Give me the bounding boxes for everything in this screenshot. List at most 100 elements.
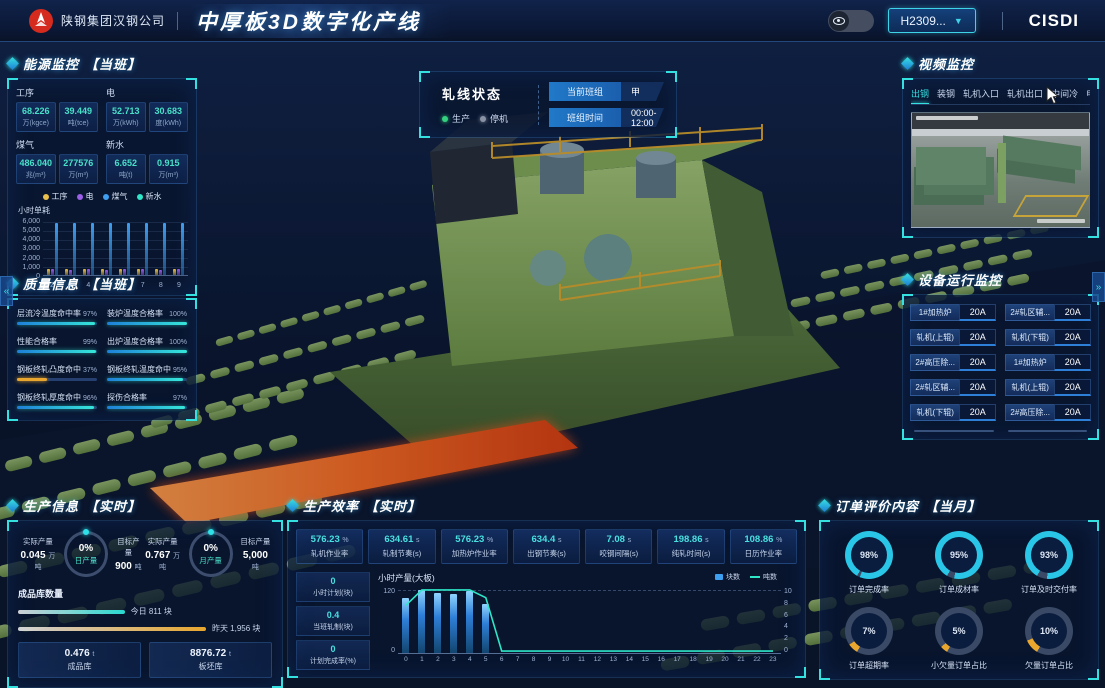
equipment-item[interactable]: 轧机(上辊) 20A [1005, 379, 1091, 396]
hourly-left-ticks: 1200 [378, 588, 398, 654]
equipment-current: 20A [1054, 379, 1091, 396]
bar-group [116, 222, 134, 275]
equipment-item[interactable]: 1#加热炉 20A [910, 304, 996, 321]
quality-value: 100% [169, 339, 187, 346]
monthly-actual: 实际产量 0.767 万吨 [143, 536, 183, 572]
efficiency-panel-title: 生产效率 【实时】 [288, 496, 805, 515]
donut-percent: 10% [1031, 613, 1067, 649]
energy-group: 新水 6.652 吨(t) 0.915 万(m³) [106, 138, 188, 184]
company-logo [28, 8, 54, 34]
card-label: 轧机作业率 [298, 548, 361, 559]
equipment-title-text: 设备运行监控 [918, 270, 1002, 289]
production-panel-title: 生产信息 【实时】 [8, 496, 282, 515]
mini-value: 0 [298, 644, 368, 654]
energy-stat-tile: 277576 万(m³) [59, 154, 99, 184]
equipment-item[interactable]: 2#高压除... 20A [910, 354, 996, 371]
eye-icon [833, 17, 845, 25]
energy-stat-value: 39.449 [62, 106, 96, 116]
bar [163, 223, 166, 275]
bar [127, 223, 130, 275]
video-tab-0[interactable]: 出钢 [911, 87, 929, 100]
donut-label: 订单完成率 [849, 584, 889, 595]
legend-label: 工序 [52, 191, 68, 202]
equipment-item[interactable]: 2#轧区辅... 20A [1005, 304, 1091, 321]
equipment-scroll-hint[interactable] [914, 430, 1087, 432]
order-gauges: 98% 订单完成率 95% 订单成材率 93% 订单及时交付率 7% 订单超期率… [826, 531, 1092, 671]
mill-status-legend: 生产 停机 [442, 112, 528, 125]
equipment-item[interactable]: 轧机(下辊) 20A [1005, 329, 1091, 346]
equipment-item[interactable]: 轧机(上辊) 20A [910, 329, 996, 346]
monthly-actual-label: 实际产量 [143, 536, 183, 547]
xtick: 14 [621, 656, 637, 663]
xtick: 20 [717, 656, 733, 663]
energy-stat-value: 68.226 [19, 106, 53, 116]
equipment-current: 20A [959, 329, 996, 346]
diamond-icon [901, 57, 914, 70]
card-value: 634.61 s [370, 534, 433, 545]
card-value: 198.86 s [659, 534, 722, 545]
equipment-current: 20A [1054, 404, 1091, 421]
efficiency-card: 198.86 s 纯轧时间(s) [657, 529, 724, 564]
panel-production-info: 生产信息 【实时】 实际产量 0.045 万吨 0% 日产量 目标产量 [8, 496, 282, 687]
donut-ring: 5% [935, 607, 983, 655]
bar [91, 223, 94, 275]
donut-label: 订单成材率 [939, 584, 979, 595]
orders-title-text: 订单评价内容 [835, 496, 919, 515]
video-tab-3[interactable]: 轧机出口 [1007, 87, 1043, 100]
xtick: 16 [653, 656, 669, 663]
heat-number-select[interactable]: H2309... ▼ [888, 8, 976, 33]
energy-period-text: 【当班】 [85, 54, 141, 73]
right-collapse-tab[interactable]: » [1092, 272, 1105, 302]
card-value: 576.23 % [443, 534, 506, 545]
toggle-knob [829, 11, 849, 31]
ytick: 6,000 [16, 218, 40, 225]
equipment-item[interactable]: 轧机(下辊) 20A [910, 404, 996, 421]
equipment-label: 轧机(下辊) [910, 404, 959, 421]
ytick: 8 [784, 600, 797, 607]
panel-production-efficiency: 生产效率 【实时】 576.23 % 轧机作业率 634.61 s 轧制节奏(s… [288, 496, 805, 677]
xtick: 8 [526, 656, 542, 663]
status-label: 停机 [490, 112, 508, 125]
daily-actual-value: 0.045 万吨 [18, 550, 58, 572]
xtick: 12 [589, 656, 605, 663]
equipment-item[interactable]: 2#轧区辅... 20A [910, 379, 996, 396]
panel-mill-status: 轧线状态 生产 停机 当前班组 甲 班组时间 00:00-12:00 [420, 72, 676, 137]
energy-legend: 工序 电 煤气 新水 [16, 191, 188, 202]
mini-value: 0.4 [298, 610, 368, 620]
video-feed[interactable] [911, 112, 1090, 228]
donut-percent: 95% [941, 537, 977, 573]
ytick: 6 [784, 612, 797, 619]
bar-group [61, 222, 79, 275]
energy-stat-unit: 万(kgce) [19, 118, 53, 128]
xtick: 6 [494, 656, 510, 663]
equipment-current: 20A [1054, 329, 1091, 346]
mini-stat: 0 计划完成率(%) [296, 640, 370, 670]
energy-stat-value: 277576 [62, 158, 96, 168]
equipment-current: 20A [959, 404, 996, 421]
warehouse-card: 8876.72 t 板坯库 [149, 642, 272, 678]
banner-value: 甲 [621, 82, 664, 101]
dashboard-root: 陕钢集团汉钢公司 中厚板3D数字化产线 H2309... ▼ CISDI 能源监… [0, 0, 1105, 688]
warehouse-value: 0.476 t [65, 648, 95, 659]
ytick: 120 [378, 588, 395, 595]
video-tab-5[interactable]: 电加热 [1086, 87, 1090, 100]
visibility-toggle[interactable] [828, 10, 874, 32]
energy-stat-value: 486.040 [19, 158, 53, 168]
video-tabs: 出钢装钢轧机入口轧机出口中间冷电加热 [911, 87, 1090, 105]
equipment-label: 2#轧区辅... [1005, 304, 1054, 321]
daily-output-group: 实际产量 0.045 万吨 0% 日产量 目标产量 900 吨 [18, 531, 143, 577]
feed-railing [1013, 195, 1090, 217]
left-collapse-tab[interactable]: « [0, 276, 13, 306]
quality-value: 99% [83, 339, 97, 346]
card-label: 纯轧时间(s) [659, 548, 722, 559]
video-tab-2[interactable]: 轧机入口 [963, 87, 999, 100]
stock-title: 成品库数量 [18, 587, 272, 600]
legend-swatch [715, 574, 723, 580]
ytick: 10 [784, 588, 797, 595]
video-tab-1[interactable]: 装钢 [937, 87, 955, 100]
energy-chart: 6,0005,0004,0003,0002,0001,0000 [16, 218, 188, 280]
equipment-item[interactable]: 2#高压除... 20A [1005, 404, 1091, 421]
equipment-panel-title: 设备运行监控 [903, 270, 1098, 289]
quality-bar-fill [107, 406, 185, 409]
equipment-item[interactable]: 1#加热炉 20A [1005, 354, 1091, 371]
